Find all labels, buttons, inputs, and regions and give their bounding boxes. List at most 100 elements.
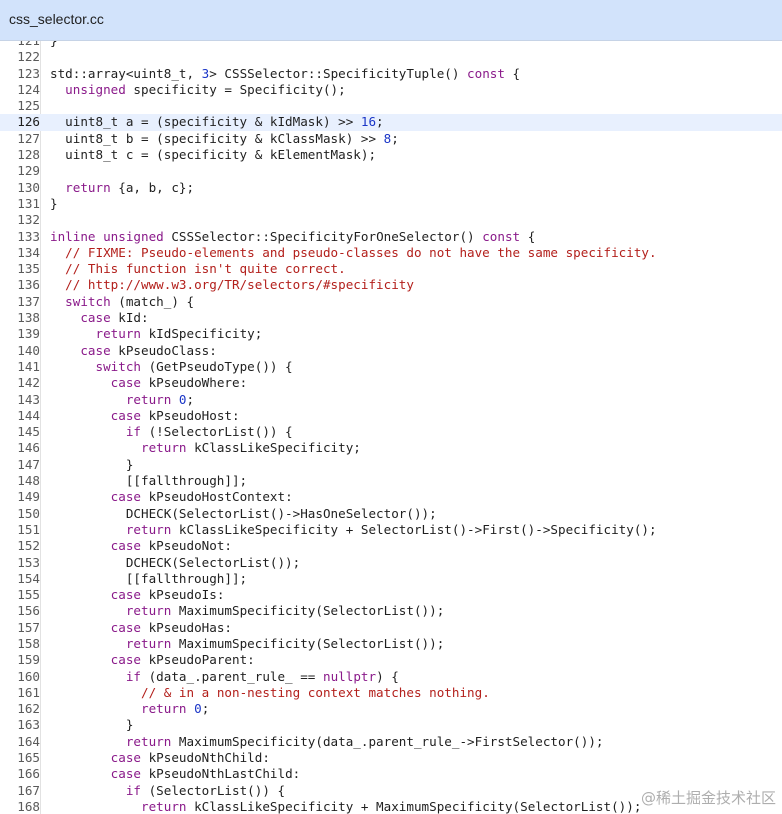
- code-line[interactable]: 159 case kPseudoParent:: [0, 652, 782, 668]
- line-number: 136: [17, 277, 40, 293]
- code-line[interactable]: 152 case kPseudoNot:: [0, 538, 782, 554]
- code-line[interactable]: 121}: [0, 41, 782, 49]
- code-line[interactable]: 139 return kIdSpecificity;: [0, 326, 782, 342]
- keyword-token: return: [65, 179, 111, 195]
- code-line[interactable]: 149 case kPseudoHostContext:: [0, 489, 782, 505]
- code-line[interactable]: 160 if (data_.parent_rule_ == nullptr) {: [0, 669, 782, 685]
- code-line[interactable]: 135 // This function isn't quite correct…: [0, 261, 782, 277]
- line-number: 164: [17, 733, 40, 749]
- code-line[interactable]: 145 if (!SelectorList()) {: [0, 424, 782, 440]
- code-line[interactable]: 126 uint8_t a = (specificity & kIdMask) …: [0, 114, 782, 131]
- line-number: 133: [17, 228, 40, 244]
- code-line[interactable]: 144 case kPseudoHost:: [0, 408, 782, 424]
- code-line[interactable]: 122: [0, 49, 782, 65]
- line-code: case kId:: [50, 310, 148, 326]
- code-line[interactable]: 157 case kPseudoHas:: [0, 620, 782, 636]
- line-code: return kClassLikeSpecificity + SelectorL…: [50, 522, 657, 538]
- line-code: case kPseudoNthChild:: [50, 750, 270, 766]
- code-line[interactable]: 147 }: [0, 457, 782, 473]
- code-line[interactable]: 153 DCHECK(SelectorList());: [0, 555, 782, 571]
- code-line[interactable]: 137 switch (match_) {: [0, 294, 782, 310]
- code-token: }: [50, 41, 58, 48]
- code-token: kClassLikeSpecificity + MaximumSpecifici…: [186, 798, 642, 814]
- line-number: 132: [17, 212, 40, 228]
- code-token: kIdSpecificity;: [141, 326, 263, 342]
- code-line[interactable]: 161 // & in a non-nesting context matche…: [0, 685, 782, 701]
- line-code: case kPseudoClass:: [50, 343, 217, 359]
- code-line[interactable]: 140 case kPseudoClass:: [0, 343, 782, 359]
- code-line[interactable]: 165 case kPseudoNthChild:: [0, 750, 782, 766]
- code-line[interactable]: 163 }: [0, 717, 782, 733]
- code-line[interactable]: 123 std::array<uint8_t, 3> CSSSelector::S…: [0, 66, 782, 82]
- code-line[interactable]: 162 return 0;: [0, 701, 782, 717]
- line-number: 154: [17, 570, 40, 586]
- line-code: return kClassLikeSpecificity;: [50, 440, 361, 456]
- code-line[interactable]: 129: [0, 163, 782, 179]
- code-line[interactable]: 134 // FIXME: Pseudo-elements and pseudo…: [0, 245, 782, 261]
- code-line[interactable]: 143 return 0;: [0, 392, 782, 408]
- code-line[interactable]: 130 return {a, b, c};: [0, 180, 782, 196]
- code-line[interactable]: 158 return MaximumSpecificity(SelectorLi…: [0, 636, 782, 652]
- code-line[interactable]: 142 case kPseudoWhere:: [0, 375, 782, 391]
- line-number: 124: [17, 81, 40, 97]
- code-line[interactable]: 146 return kClassLikeSpecificity;: [0, 440, 782, 456]
- code-token: kPseudoHas:: [141, 619, 233, 635]
- code-line[interactable]: 150 DCHECK(SelectorList()->HasOneSelecto…: [0, 506, 782, 522]
- line-code: DCHECK(SelectorList()->HasOneSelector())…: [50, 506, 437, 522]
- code-line[interactable]: 136 // http://www.w3.org/TR/selectors/#s…: [0, 277, 782, 293]
- code-token: {: [504, 65, 521, 81]
- code-line[interactable]: 164 return MaximumSpecificity(data_.pare…: [0, 734, 782, 750]
- code-token: DCHECK(SelectorList());: [50, 554, 301, 570]
- code-line[interactable]: 125: [0, 98, 782, 114]
- code-line[interactable]: 148 [[fallthrough]];: [0, 473, 782, 489]
- line-code: [[fallthrough]];: [50, 473, 247, 489]
- code-line[interactable]: 155 case kPseudoIs:: [0, 587, 782, 603]
- code-line[interactable]: 124 unsigned specificity = Specificity()…: [0, 82, 782, 98]
- tab-file-name[interactable]: css_selector.cc: [9, 11, 104, 27]
- code-line[interactable]: 154 [[fallthrough]];: [0, 571, 782, 587]
- code-line[interactable]: 132: [0, 212, 782, 228]
- keyword-token: return: [125, 521, 172, 537]
- keyword-token: case: [110, 750, 142, 766]
- line-number: 129: [17, 163, 40, 179]
- comment-token: // This function isn't quite correct.: [65, 261, 346, 277]
- code-line[interactable]: 151 return kClassLikeSpecificity + Selec…: [0, 522, 782, 538]
- number-token: 0: [178, 391, 187, 407]
- code-line[interactable]: 141 switch (GetPseudoType()) {: [0, 359, 782, 375]
- code-line[interactable]: 128 uint8_t c = (specificity & kElementM…: [0, 147, 782, 163]
- code-line[interactable]: 127 uint8_t b = (specificity & kClassMas…: [0, 131, 782, 147]
- line-code: if (SelectorList()) {: [50, 783, 285, 799]
- line-number: 131: [17, 195, 40, 211]
- keyword-token: return: [141, 440, 187, 456]
- line-code: }: [50, 196, 58, 212]
- code-line[interactable]: 131}: [0, 196, 782, 212]
- line-number: 162: [17, 701, 40, 717]
- code-line[interactable]: 166 case kPseudoNthLastChild:: [0, 766, 782, 782]
- line-code: DCHECK(SelectorList());: [50, 555, 300, 571]
- code-line[interactable]: 138 case kId:: [0, 310, 782, 326]
- code-line[interactable]: 133 inline unsigned CSSSelector::Specific…: [0, 229, 782, 245]
- line-number: 155: [17, 587, 40, 603]
- line-code: case kPseudoWhere:: [50, 375, 248, 391]
- keyword-token: return: [141, 798, 187, 814]
- keyword-token: case: [110, 766, 142, 782]
- code-token: ;: [376, 114, 384, 130]
- line-code: unsigned specificity = Specificity();: [50, 82, 346, 98]
- line-code: [[fallthrough]];: [50, 571, 247, 587]
- code-line[interactable]: 156 return MaximumSpecificity(SelectorLi…: [0, 603, 782, 619]
- code-token: }: [50, 195, 58, 211]
- code-editor[interactable]: 121}122123std::array<uint8_t, 3> CSSSele…: [0, 41, 782, 814]
